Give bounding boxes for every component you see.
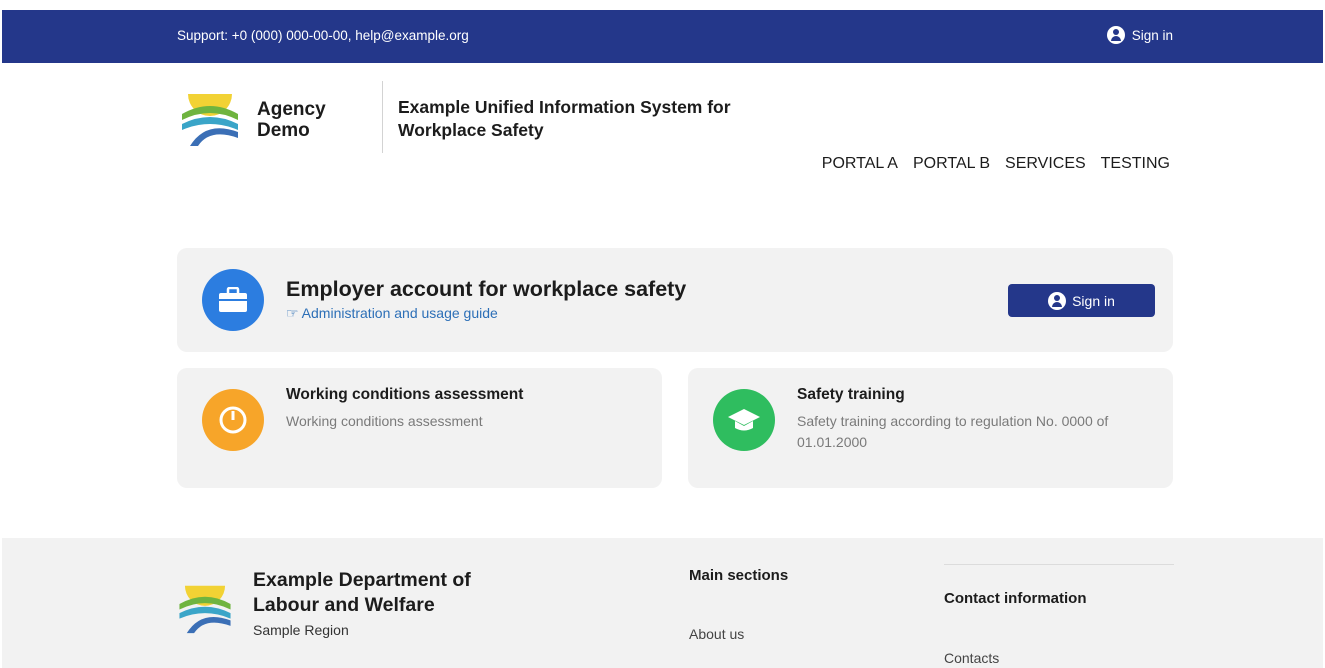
nav-item-1[interactable]: PORTAL A: [822, 155, 898, 173]
hero-login-label: Sign in: [1072, 292, 1115, 309]
topbar-login-button[interactable]: Sign in: [1106, 26, 1173, 44]
graduation-cap-icon: [713, 389, 775, 451]
nav-item-4[interactable]: TESTING: [1101, 155, 1170, 173]
main-nav: PORTAL A PORTAL B SERVICES TESTING: [822, 155, 1170, 173]
card-title: Working conditions assessment: [286, 386, 524, 403]
hero-login-button[interactable]: Sign in: [1008, 284, 1155, 317]
footer-subtitle: Sample Region: [253, 622, 349, 638]
nav-item-3[interactable]: SERVICES: [1005, 155, 1086, 173]
header-divider: [382, 81, 383, 153]
support-contacts: Support: +0 (000) 000-00-00, help@exampl…: [177, 28, 469, 43]
topbar-login-label: Sign in: [1131, 27, 1173, 43]
instruction-link[interactable]: ☞ Administration and usage guide: [286, 305, 498, 322]
top-support-bar: Support: +0 (000) 000-00-00, help@exampl…: [2, 10, 1323, 63]
nav-item-2[interactable]: PORTAL B: [913, 155, 990, 173]
hero-title: Employer account for workplace safety: [286, 277, 687, 301]
footer-org-name: Example Department of Labour and Welfare: [253, 569, 471, 616]
card-title: Safety training: [797, 386, 905, 403]
card-description: Working conditions assessment: [286, 413, 483, 429]
logo-icon[interactable]: [180, 80, 240, 148]
logo-text: Agency Demo: [257, 99, 326, 141]
user-circle-icon: [1048, 291, 1067, 310]
footer-sections-heading: Main sections: [689, 567, 789, 584]
footer-link-contacts[interactable]: Contacts: [944, 650, 999, 666]
site-title: Example Unified Information System for W…: [398, 97, 731, 140]
service-card-training[interactable]: Safety training Safety training accordin…: [688, 368, 1173, 488]
briefcase-icon: [202, 269, 264, 331]
footer: Example Department of Labour and Welfare …: [2, 538, 1323, 668]
gauge-icon: [202, 389, 264, 451]
footer-logo-icon: [179, 585, 231, 634]
footer-divider: [944, 564, 1174, 565]
user-circle-icon: [1106, 26, 1125, 44]
footer-link-about[interactable]: About us: [689, 626, 744, 642]
footer-contacts-heading: Contact information: [944, 590, 1087, 607]
service-card-assessment[interactable]: Working conditions assessment Working co…: [177, 368, 662, 488]
employer-account-card: Employer account for workplace safety ☞ …: [177, 248, 1173, 352]
card-description: Safety training according to regulation …: [797, 413, 1109, 450]
